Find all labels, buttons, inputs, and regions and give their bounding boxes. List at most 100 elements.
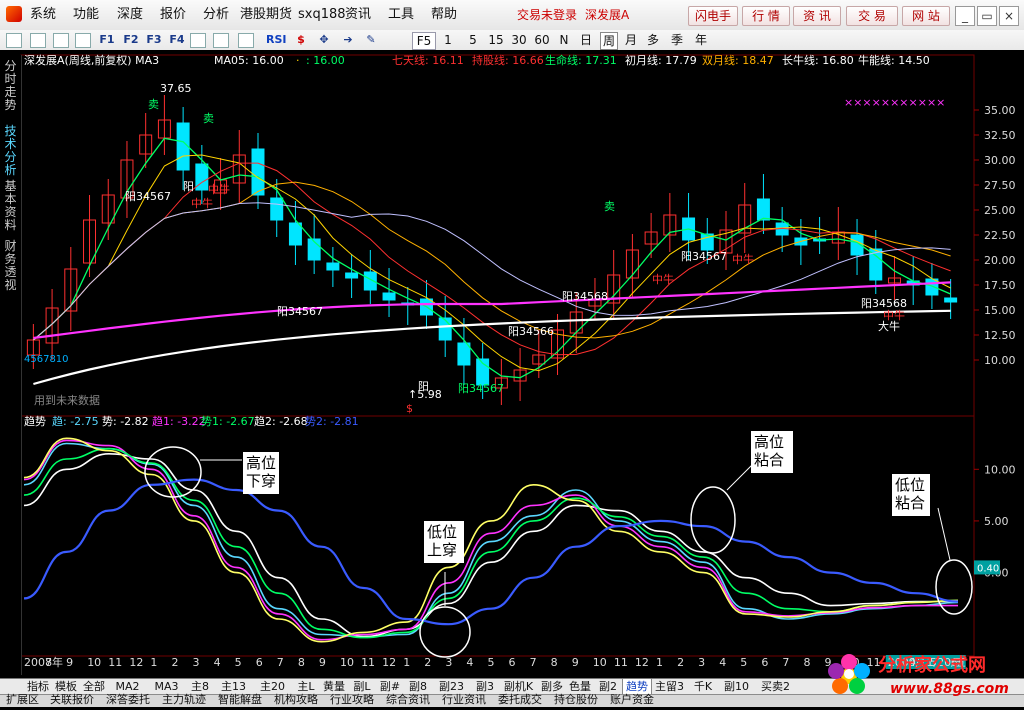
- period-10[interactable]: 多: [645, 32, 661, 48]
- period-4[interactable]: 30: [508, 32, 530, 48]
- period-1[interactable]: 1: [440, 32, 456, 48]
- period-7[interactable]: 日: [578, 32, 594, 48]
- top-button-1[interactable]: 行 情: [742, 6, 790, 26]
- period-12[interactable]: 年: [693, 32, 709, 48]
- split-icon[interactable]: [75, 33, 91, 48]
- period-9[interactable]: 月: [623, 32, 639, 48]
- period-0[interactable]: F5: [412, 32, 436, 50]
- period-3[interactable]: 15: [485, 32, 507, 48]
- period-5[interactable]: 60: [531, 32, 553, 48]
- price-tick-label: 12.50: [984, 329, 1016, 342]
- status-item-4[interactable]: 智能解盘: [218, 694, 262, 706]
- menu-item-5[interactable]: 港股期货: [240, 6, 292, 24]
- price-tick-label: 27.50: [984, 179, 1016, 192]
- indicator-tab-22[interactable]: 副10: [717, 679, 756, 694]
- arrow-icon[interactable]: ➔: [338, 32, 358, 47]
- menu-item-3[interactable]: 报价: [160, 6, 186, 24]
- top-button-3[interactable]: 交 易: [846, 6, 898, 26]
- annotation-line1: 高位: [754, 433, 784, 451]
- period-2[interactable]: 5: [465, 32, 481, 48]
- restore-icon[interactable]: ▭: [977, 6, 997, 26]
- rsi-icon[interactable]: RSI: [266, 32, 287, 47]
- period-8[interactable]: 周: [600, 32, 618, 50]
- indicator-tab-2[interactable]: 全部: [80, 679, 108, 694]
- side-tab-0[interactable]: 分时走势: [0, 60, 21, 112]
- indicator-tab-12[interactable]: 副8: [404, 679, 432, 694]
- back-icon[interactable]: [6, 33, 22, 48]
- draw-icon[interactable]: [238, 33, 254, 48]
- menu-item-0[interactable]: 系统: [30, 6, 56, 24]
- indicator-value-2: 趋1: -3.22: [152, 415, 206, 428]
- menu-item-9[interactable]: 帮助: [431, 6, 457, 24]
- line-value-3: 初月线: 17.79: [625, 53, 697, 67]
- indicator-tab-3[interactable]: MA2: [108, 679, 147, 694]
- indicator-tab-21[interactable]: 千K: [689, 679, 717, 694]
- side-tab-1[interactable]: 技术分析: [0, 125, 21, 177]
- f3-icon[interactable]: F3: [144, 32, 164, 47]
- status-item-5[interactable]: 机构攻略: [274, 694, 318, 706]
- f2-icon[interactable]: F2: [121, 32, 141, 47]
- menu-item-2[interactable]: 深度: [117, 6, 143, 24]
- indicator-tab-7[interactable]: 主20: [253, 679, 292, 694]
- indicator-tab-13[interactable]: 副23: [432, 679, 471, 694]
- time-axis-label: 1: [150, 656, 157, 669]
- line-chart-icon[interactable]: [53, 33, 69, 48]
- indicator-tab-23[interactable]: 买卖2: [756, 679, 795, 694]
- status-item-7[interactable]: 综合资讯: [386, 694, 430, 706]
- ma-label-2: : 16.00: [306, 54, 345, 67]
- menu-item-1[interactable]: 功能: [73, 6, 99, 24]
- status-item-8[interactable]: 行业资讯: [442, 694, 486, 706]
- menu-item-7[interactable]: 资讯: [345, 6, 371, 24]
- status-item-0[interactable]: 扩展区: [6, 694, 39, 706]
- status-item-2[interactable]: 深答委托: [106, 694, 150, 706]
- close-icon[interactable]: ×: [999, 6, 1019, 26]
- f1-icon[interactable]: F1: [97, 32, 117, 47]
- time-axis-label: 10: [87, 656, 101, 669]
- top-button-2[interactable]: 资 讯: [793, 6, 841, 26]
- indicator-tab-11[interactable]: 副#: [376, 679, 404, 694]
- top-button-0[interactable]: 闪电手: [688, 6, 738, 26]
- indicator-tab-0[interactable]: 指标: [24, 679, 52, 694]
- tile-icon[interactable]: [190, 33, 206, 48]
- status-item-6[interactable]: 行业攻略: [330, 694, 374, 706]
- menu-item-6[interactable]: sxq188: [298, 6, 346, 24]
- indicator-tab-1[interactable]: 模板: [52, 679, 80, 694]
- indicator-tab-17[interactable]: 色量: [566, 679, 594, 694]
- status-item-9[interactable]: 委托成交: [498, 694, 542, 706]
- indicator-tab-5[interactable]: 主8: [186, 679, 214, 694]
- pencil-icon[interactable]: ✎: [361, 32, 381, 47]
- period-6[interactable]: N: [556, 32, 572, 48]
- indicator-tick-label: 10.00: [984, 463, 1016, 476]
- indicator-tab-19[interactable]: 趋势: [622, 679, 652, 694]
- indicator-tab-18[interactable]: 副2: [594, 679, 622, 694]
- period-11[interactable]: 季: [669, 32, 685, 48]
- status-item-1[interactable]: 关联报价: [50, 694, 94, 706]
- menu-item-8[interactable]: 工具: [388, 6, 414, 24]
- settings-icon[interactable]: [213, 33, 229, 48]
- move-icon[interactable]: ✥: [314, 32, 334, 47]
- indicator-tab-16[interactable]: 副多: [538, 679, 566, 694]
- f4-icon[interactable]: F4: [167, 32, 187, 47]
- time-axis-label: 4: [719, 656, 726, 669]
- time-axis-label: 5: [235, 656, 242, 669]
- time-axis-label: 8: [551, 656, 558, 669]
- indicator-tab-9[interactable]: 黄量: [320, 679, 348, 694]
- side-tab-3[interactable]: 财务透视: [0, 240, 21, 292]
- side-tab-2[interactable]: 基本资料: [0, 180, 21, 232]
- grid-icon[interactable]: [30, 33, 46, 48]
- indicator-tab-6[interactable]: 主13: [214, 679, 253, 694]
- indicator-tab-14[interactable]: 副3: [471, 679, 499, 694]
- top-button-4[interactable]: 网 站: [902, 6, 950, 26]
- status-item-11[interactable]: 账户资金: [610, 694, 654, 706]
- indicator-tab-4[interactable]: MA3: [147, 679, 186, 694]
- status-item-10[interactable]: 持仓股份: [554, 694, 598, 706]
- time-axis-label: 9: [572, 656, 579, 669]
- indicator-tab-8[interactable]: 主L: [292, 679, 320, 694]
- indicator-tab-15[interactable]: 副机K: [499, 679, 538, 694]
- menu-item-4[interactable]: 分析: [203, 6, 229, 24]
- s-icon[interactable]: $: [291, 32, 311, 47]
- indicator-tab-10[interactable]: 副L: [348, 679, 376, 694]
- minimize-icon[interactable]: _: [955, 6, 975, 26]
- indicator-tab-20[interactable]: 主留3: [650, 679, 689, 694]
- status-item-3[interactable]: 主力轨迹: [162, 694, 206, 706]
